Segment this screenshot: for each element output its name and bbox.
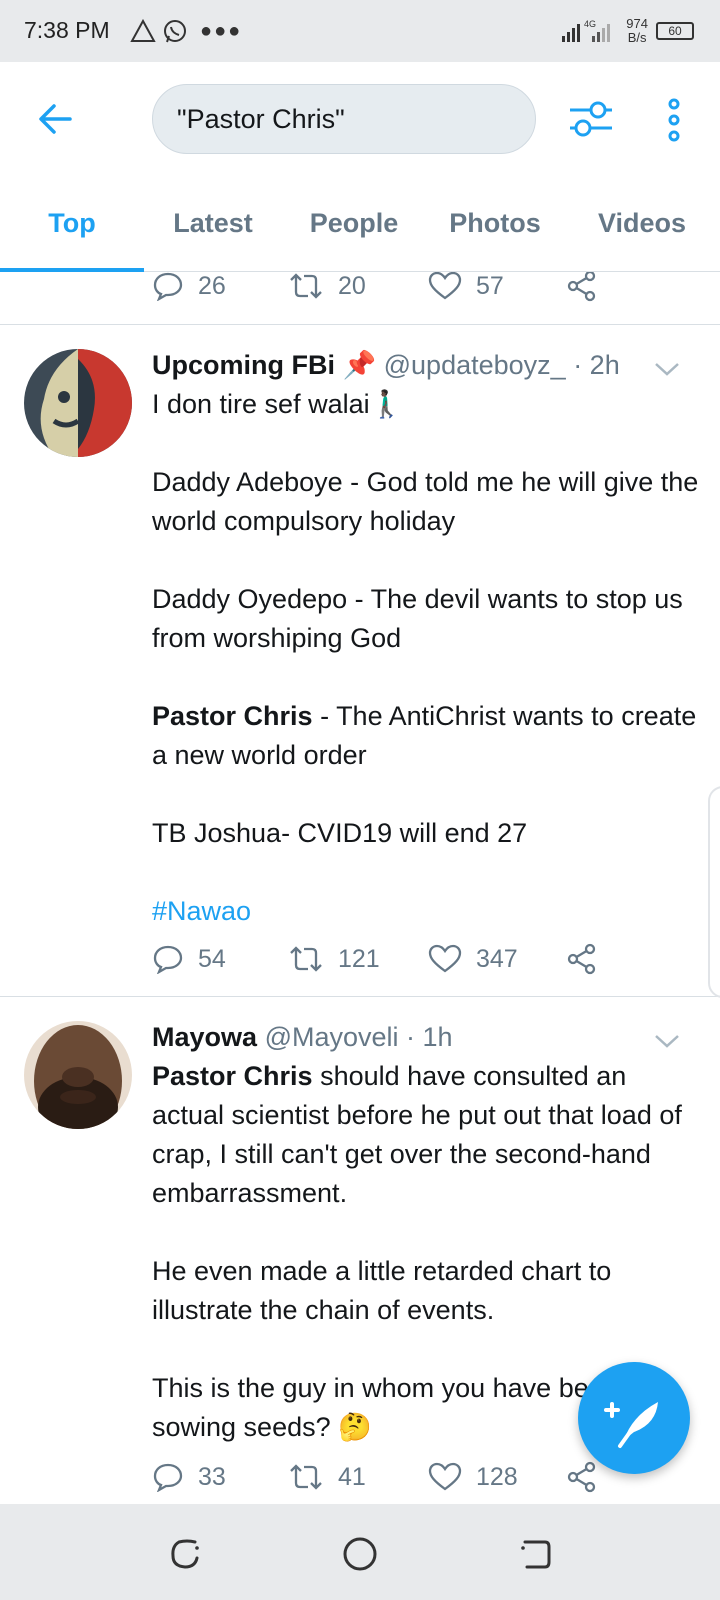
retweet-count: 121 xyxy=(338,944,380,973)
tweet-line: I don tire sef walai🚶🏿‍♂️ xyxy=(152,389,404,419)
more-notifications-icon: ●●● xyxy=(200,19,243,42)
reply-icon xyxy=(153,945,183,974)
search-tabs: Top Latest People Photos Videos xyxy=(0,174,720,272)
side-panel-handle[interactable] xyxy=(708,786,720,998)
avatar-image xyxy=(24,349,132,457)
tab-top[interactable]: Top xyxy=(0,174,144,272)
share-button[interactable] xyxy=(566,937,598,981)
heart-icon xyxy=(428,944,462,973)
speed-value: 974 xyxy=(626,16,648,31)
speed-unit: B/s xyxy=(627,30,647,45)
hashtag-link[interactable]: #Nawao xyxy=(152,892,702,931)
tweet-header: Mayowa @Mayoveli · 1h xyxy=(152,1017,453,1057)
tweet-paragraph: Daddy Adeboye - God told me he will give… xyxy=(152,467,699,536)
reply-count: 33 xyxy=(198,1462,226,1491)
reply-button[interactable]: 33 xyxy=(152,1455,226,1499)
heart-icon xyxy=(428,272,462,300)
heart-icon xyxy=(428,1462,462,1491)
battery-level: 60 xyxy=(668,24,682,38)
filter-sliders-icon[interactable] xyxy=(568,98,614,140)
highlighted-query: Pastor Chris xyxy=(152,1061,313,1091)
highlighted-query: Pastor Chris xyxy=(152,701,313,731)
retweet-icon xyxy=(290,273,322,299)
tab-latest[interactable]: Latest xyxy=(141,174,285,272)
warning-triangle-icon xyxy=(130,19,156,42)
status-bar: 7:38 PM ●●● 4G 974 B/s 60 xyxy=(0,0,720,62)
chevron-down-icon[interactable] xyxy=(654,359,680,379)
compose-feather-icon xyxy=(604,1402,658,1448)
retweet-button[interactable]: 20 xyxy=(288,272,366,308)
tweet-paragraph: He even made a little retarded chart to … xyxy=(152,1256,612,1325)
compose-tweet-button[interactable] xyxy=(578,1362,690,1474)
retweet-count: 41 xyxy=(338,1462,366,1491)
tweet-time: · 2h xyxy=(573,350,620,380)
share-icon xyxy=(567,272,596,302)
back-arrow-icon[interactable] xyxy=(36,99,76,139)
reply-button[interactable]: 54 xyxy=(152,937,226,981)
author-name[interactable]: Mayowa xyxy=(152,1022,257,1052)
tweet-time: · 1h xyxy=(406,1022,453,1052)
like-count: 128 xyxy=(476,1462,518,1491)
back-nav-icon[interactable] xyxy=(515,1534,555,1574)
whatsapp-icon xyxy=(164,20,186,43)
like-count: 57 xyxy=(476,272,504,300)
retweet-button[interactable]: 121 xyxy=(288,937,380,981)
like-button[interactable]: 347 xyxy=(428,937,518,981)
system-nav-bar xyxy=(0,1504,720,1600)
share-button[interactable] xyxy=(566,272,598,308)
retweet-icon xyxy=(290,1464,322,1490)
tweet-paragraph: Daddy Oyedepo - The devil wants to stop … xyxy=(152,584,683,653)
avatar[interactable] xyxy=(24,1021,132,1129)
signal-icon: 4G xyxy=(562,19,611,42)
tab-videos[interactable]: Videos xyxy=(564,174,720,272)
like-count: 347 xyxy=(476,944,518,973)
partial-tweet-actions: 26 20 57 xyxy=(152,272,672,308)
network-type: 4G xyxy=(584,19,596,29)
tweet-paragraph: TB Joshua- CVID19 will end 27 xyxy=(152,818,528,848)
tweet-actions: 54 121 347 xyxy=(152,937,672,981)
retweet-icon xyxy=(290,946,322,972)
status-right: 4G 974 B/s 60 xyxy=(562,14,694,48)
author-name[interactable]: Upcoming FBi 📌 xyxy=(152,350,376,380)
tweet-paragraph: Pastor Chris - The AntiChrist wants to c… xyxy=(152,697,702,775)
recent-apps-icon[interactable] xyxy=(165,1534,205,1574)
battery-icon: 60 xyxy=(656,22,694,40)
reply-icon xyxy=(153,1463,183,1492)
reply-button[interactable]: 26 xyxy=(152,272,226,308)
author-handle[interactable]: @updateboyz_ xyxy=(384,350,566,380)
notification-icons: ●●● xyxy=(130,16,242,46)
retweet-button[interactable]: 41 xyxy=(288,1455,366,1499)
avatar-image xyxy=(24,1021,132,1129)
reply-icon xyxy=(153,272,183,301)
tab-photos[interactable]: Photos xyxy=(423,174,567,272)
author-handle[interactable]: @Mayoveli xyxy=(265,1022,399,1052)
search-header: "Pastor Chris" xyxy=(0,62,720,174)
tweet-paragraph: Pastor Chris should have consulted an ac… xyxy=(152,1057,702,1213)
like-button[interactable]: 128 xyxy=(428,1455,518,1499)
share-icon xyxy=(567,943,596,975)
retweet-count: 20 xyxy=(338,272,366,300)
search-input[interactable]: "Pastor Chris" xyxy=(152,84,536,154)
tweet-header: Upcoming FBi 📌 @updateboyz_ · 2h xyxy=(152,345,620,385)
more-vertical-icon[interactable] xyxy=(662,98,686,142)
like-button[interactable]: 57 xyxy=(428,272,504,308)
status-time: 7:38 PM xyxy=(24,17,110,43)
tweet-feed[interactable]: 26 20 57 Upcoming FBi 📌 @updateboyz_ · 2… xyxy=(0,272,720,1504)
avatar[interactable] xyxy=(24,349,132,457)
home-icon[interactable] xyxy=(340,1534,380,1574)
reply-count: 54 xyxy=(198,944,226,973)
network-speed: 974 B/s xyxy=(626,17,648,45)
tweet-text: I don tire sef walai🚶🏿‍♂️ Daddy Adeboye … xyxy=(152,385,702,931)
tab-people[interactable]: People xyxy=(282,174,426,272)
chevron-down-icon[interactable] xyxy=(654,1031,680,1051)
reply-count: 26 xyxy=(198,272,226,300)
tweet[interactable]: Upcoming FBi 📌 @updateboyz_ · 2h I don t… xyxy=(0,325,720,997)
